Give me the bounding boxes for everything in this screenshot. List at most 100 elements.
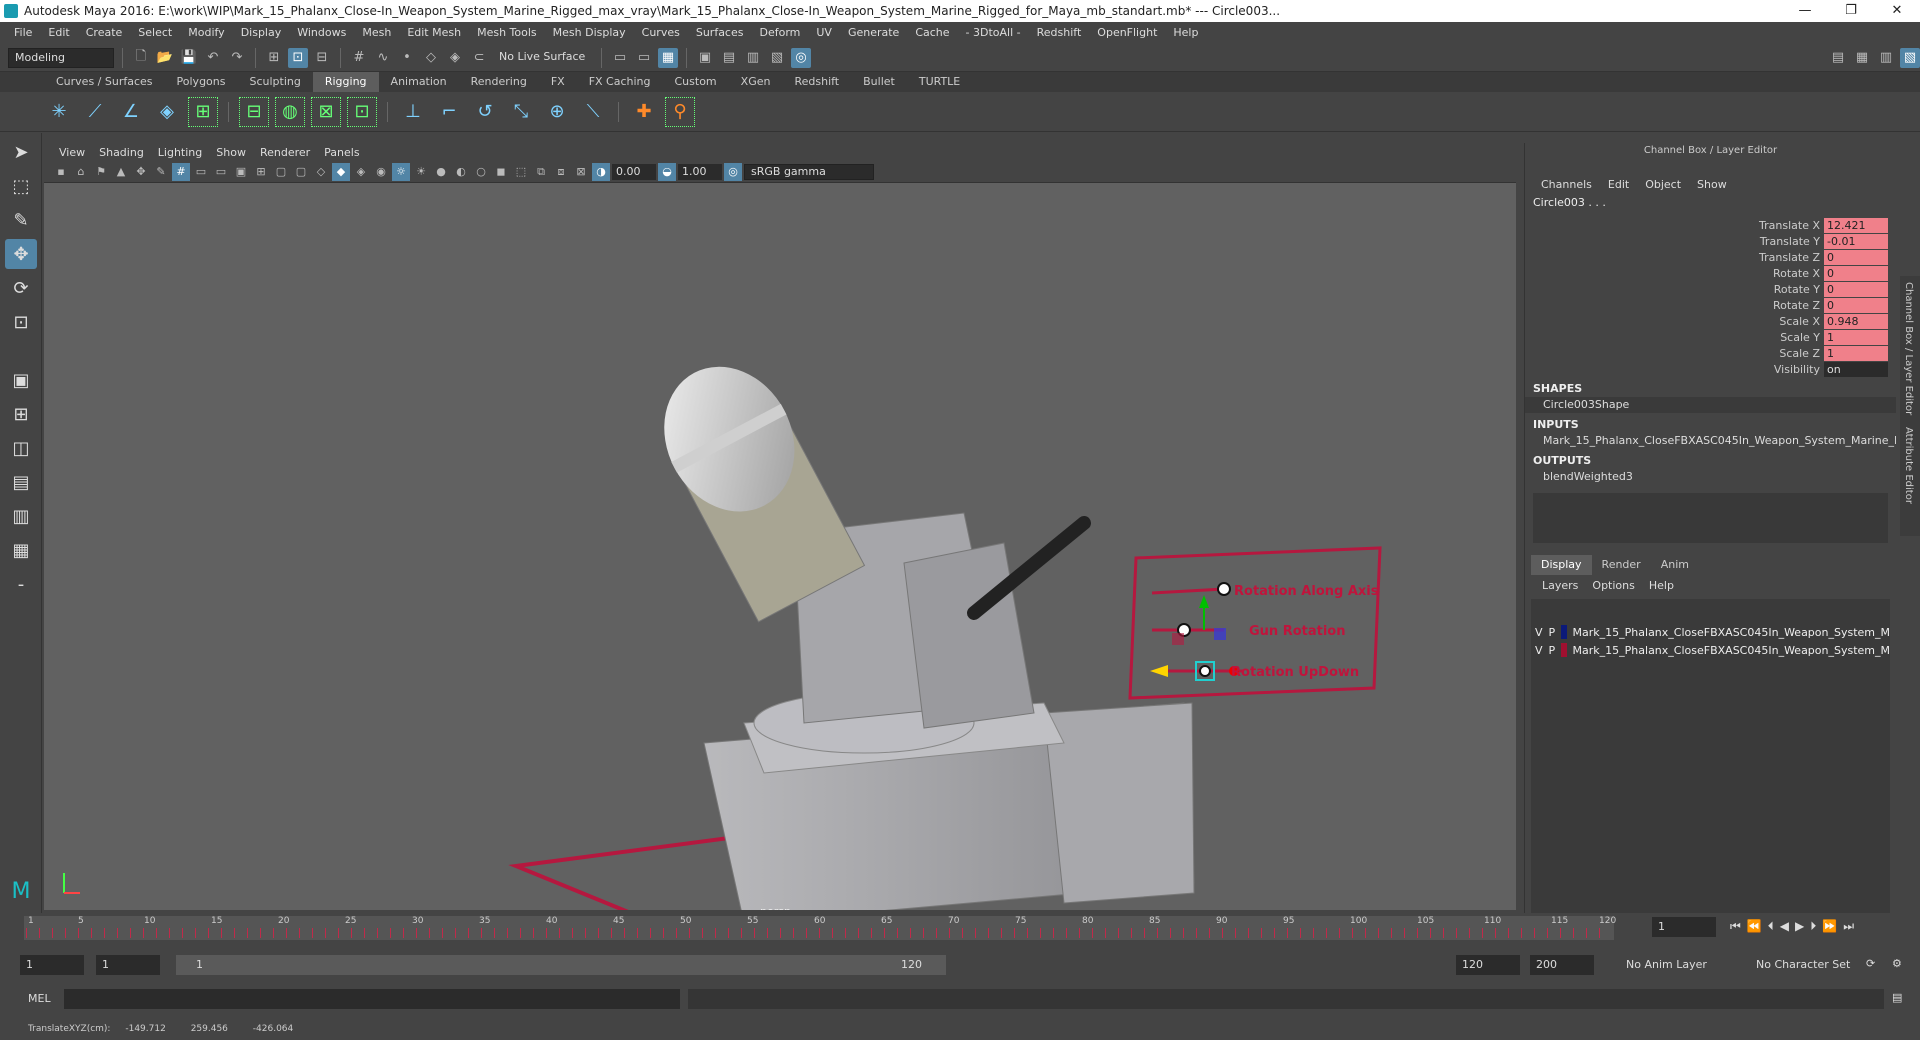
shelf-tab-polygons[interactable]: Polygons — [165, 72, 238, 92]
maximize-button[interactable]: ❐ — [1828, 0, 1874, 22]
ik-spline-icon[interactable]: ◈ — [152, 97, 182, 127]
minimize-button[interactable]: — — [1782, 0, 1828, 22]
snap-point-icon[interactable]: • — [397, 48, 417, 68]
menu-3dtoall[interactable]: - 3DtoAll - — [958, 22, 1029, 44]
parent-constraint-icon[interactable]: ⊥ — [398, 97, 428, 127]
play-forward-icon[interactable]: ▶ — [1795, 919, 1804, 934]
anim-layer-dropdown[interactable]: No Anim Layer — [1620, 955, 1740, 975]
menu-help[interactable]: Help — [1165, 22, 1206, 44]
render-frame-icon[interactable]: ▤ — [719, 48, 739, 68]
layer-color-swatch[interactable] — [1561, 643, 1567, 657]
channel-scale-y[interactable]: Scale Y1 — [1525, 329, 1896, 345]
layer-menu-help[interactable]: Help — [1642, 579, 1681, 592]
undo-icon[interactable]: ↶ — [203, 48, 223, 68]
single-view-icon[interactable]: ▣ — [5, 365, 37, 395]
bind-skin-icon[interactable]: ⊟ — [239, 96, 269, 127]
character-set-dropdown[interactable]: No Character Set — [1750, 955, 1870, 975]
field-chart-icon[interactable]: ⊞ — [252, 163, 270, 181]
menu-file[interactable]: File — [6, 22, 40, 44]
selected-object-name[interactable]: Circle003 . . . — [1525, 195, 1896, 211]
menu-select[interactable]: Select — [130, 22, 180, 44]
new-scene-icon[interactable]: 🗋 — [131, 48, 151, 68]
radome-mesh[interactable] — [639, 344, 866, 623]
channel-scale-x[interactable]: Scale X 0.948 — [1525, 313, 1896, 329]
color-space-dropdown[interactable]: sRGB gamma — [744, 163, 874, 180]
menu-edit[interactable]: Edit — [40, 22, 77, 44]
time-slider-ticks[interactable]: 1 5 10 15 20 25 30 35 40 45 50 55 60 65 … — [24, 916, 1616, 940]
orient-constraint-icon[interactable]: ↺ — [470, 97, 500, 127]
shelf-tab-redshift[interactable]: Redshift — [782, 72, 851, 92]
hik-icon[interactable]: ⚲ — [665, 96, 695, 127]
point-constraint-icon[interactable]: ⌐ — [434, 97, 464, 127]
snap-magnet-icon[interactable]: ⊂ — [469, 48, 489, 68]
auto-key-icon[interactable]: ⟳ — [1866, 957, 1875, 970]
snap-surface-icon[interactable]: ◈ — [445, 48, 465, 68]
range-start-field[interactable]: 1 — [96, 955, 160, 975]
paint-select-icon[interactable]: ✎ — [5, 205, 37, 235]
save-scene-icon[interactable]: 💾 — [179, 48, 199, 68]
vp-menu-panels[interactable]: Panels — [317, 145, 366, 161]
layer-playback-toggle[interactable]: P — [1549, 626, 1556, 639]
3d-viewport[interactable]: Rotation Along Axis Gun Rotation Rotatio… — [44, 183, 1516, 910]
gamma-icon[interactable]: ◒ — [658, 162, 676, 181]
gamma-field[interactable]: 1.00 — [678, 163, 722, 180]
layer-menu-options[interactable]: Options — [1585, 579, 1641, 592]
select-tool-icon[interactable]: ➤ — [5, 137, 37, 167]
channel-rotate-x[interactable]: Rotate X0 — [1525, 265, 1896, 281]
menu-deform[interactable]: Deform — [751, 22, 808, 44]
animation-prefs-icon[interactable]: ⚙ — [1892, 957, 1902, 970]
cb-menu-object[interactable]: Object — [1637, 178, 1689, 191]
hypershade-icon[interactable]: ◎ — [791, 47, 811, 68]
textured-icon[interactable]: ◉ — [372, 163, 390, 181]
resolution-gate-icon[interactable]: ▭ — [212, 163, 230, 181]
select-component-icon[interactable]: ⊟ — [312, 48, 332, 68]
exposure-icon[interactable]: ◑ — [592, 162, 610, 181]
gate-mask-icon[interactable]: ▣ — [232, 163, 250, 181]
menu-curves[interactable]: Curves — [634, 22, 688, 44]
persp-graph-icon[interactable]: ▥ — [5, 501, 37, 531]
rotate-tool-icon[interactable]: ⟳ — [5, 273, 37, 303]
wire-deformer-icon[interactable]: ⊡ — [347, 96, 377, 127]
step-back-key-icon[interactable]: ⏪ — [1747, 919, 1762, 934]
shelf-tab-bullet[interactable]: Bullet — [851, 72, 907, 92]
menu-mesh[interactable]: Mesh — [354, 22, 399, 44]
redo-icon[interactable]: ↷ — [227, 48, 247, 68]
shelf-tab-fx[interactable]: FX — [539, 72, 577, 92]
snap-curve-icon[interactable]: ∿ — [373, 48, 393, 68]
vp-menu-view[interactable]: View — [52, 145, 92, 161]
menu-mesh-tools[interactable]: Mesh Tools — [469, 22, 545, 44]
attribute-editor-toggle-icon[interactable]: ▦ — [1852, 48, 1872, 68]
channel-translate-z[interactable]: Translate Z0 — [1525, 249, 1896, 265]
move-tool-icon[interactable]: ✥ — [5, 239, 37, 269]
color-management-icon[interactable]: ◎ — [724, 162, 742, 181]
script-editor-icon[interactable]: ▤ — [1892, 991, 1902, 1004]
grease-pencil-icon[interactable]: ✎ — [152, 163, 170, 181]
locator-icon[interactable]: ✚ — [629, 97, 659, 127]
step-forward-key-icon[interactable]: ⏩ — [1822, 919, 1837, 934]
ik-handle-icon[interactable]: ∠ — [116, 97, 146, 127]
shelf-tab-custom[interactable]: Custom — [663, 72, 729, 92]
live-surface-field[interactable]: No Live Surface — [493, 47, 593, 68]
shelf-tab-turtle[interactable]: TURTLE — [907, 72, 972, 92]
vp-menu-shading[interactable]: Shading — [92, 145, 151, 161]
snap-view-icon[interactable]: ◇ — [421, 48, 441, 68]
isolate-select-icon[interactable]: ⬚ — [512, 163, 530, 181]
close-window-button[interactable]: ✕ — [1874, 0, 1920, 22]
menu-redshift[interactable]: Redshift — [1029, 22, 1090, 44]
menu-set-dropdown[interactable]: Modeling — [8, 47, 114, 68]
menu-uv[interactable]: UV — [808, 22, 840, 44]
cb-menu-edit[interactable]: Edit — [1600, 178, 1637, 191]
output-ops-icon[interactable]: ▭ — [634, 48, 654, 68]
wireframe-on-shaded-icon[interactable]: ◈ — [352, 163, 370, 181]
menu-display[interactable]: Display — [233, 22, 290, 44]
menu-modify[interactable]: Modify — [180, 22, 232, 44]
range-end-field[interactable]: 120 — [1456, 955, 1520, 975]
step-back-frame-icon[interactable]: ⏴ — [1768, 919, 1774, 934]
insert-joint-icon[interactable]: ⟋ — [80, 97, 110, 127]
shelf-tab-fx-caching[interactable]: FX Caching — [577, 72, 663, 92]
pole-vector-icon[interactable]: ⟍ — [578, 97, 608, 127]
menu-mesh-display[interactable]: Mesh Display — [545, 22, 634, 44]
input-ops-icon[interactable]: ▭ — [610, 48, 630, 68]
layer-tab-render[interactable]: Render — [1592, 555, 1651, 575]
layer-playback-toggle[interactable]: P — [1549, 644, 1556, 657]
